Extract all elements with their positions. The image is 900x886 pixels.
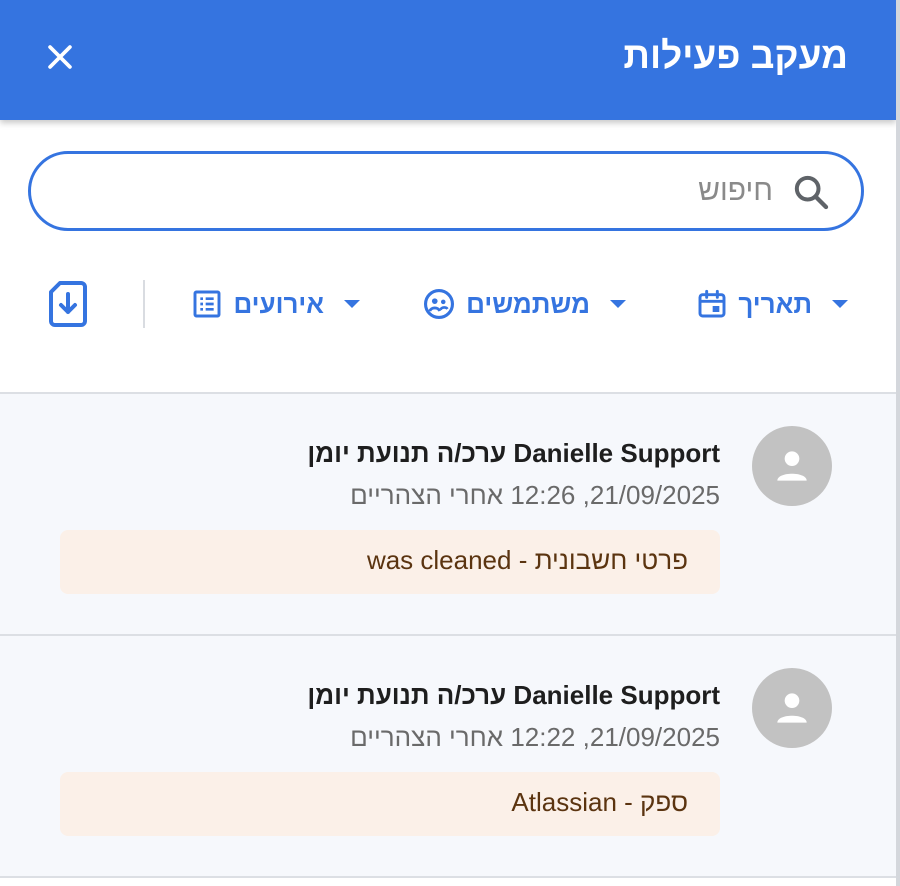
activity-list: Danielle Support ערכ/ה תנועת יומן 21/09/… bbox=[0, 392, 896, 878]
users-icon bbox=[424, 288, 455, 320]
events-filter[interactable]: אירועים bbox=[191, 280, 370, 328]
filter-bar: תאריך משתמשים אירועים bbox=[0, 270, 896, 340]
list-icon bbox=[194, 290, 221, 318]
search-box bbox=[28, 151, 864, 231]
list-item[interactable]: Danielle Support ערכ/ה תנועת יומן 21/09/… bbox=[0, 394, 896, 636]
search-input[interactable] bbox=[173, 168, 773, 214]
file-download-icon bbox=[49, 281, 87, 327]
change-detail-text: ספק - Atlassian bbox=[511, 787, 688, 817]
change-detail: ספק - Atlassian bbox=[60, 772, 720, 836]
panel-title: מעקב פעילות bbox=[623, 35, 848, 76]
users-filter[interactable]: משתמשים bbox=[422, 280, 636, 328]
activity-timestamp: 21/09/2025, 12:22 אחרי הצהריים bbox=[350, 722, 720, 752]
avatar bbox=[752, 426, 832, 506]
calendar-icon bbox=[698, 289, 726, 318]
chevron-down-icon bbox=[832, 300, 848, 308]
date-filter[interactable]: תאריך bbox=[696, 280, 858, 328]
change-detail-text: פרטי חשבונית - was cleaned bbox=[366, 545, 688, 575]
avatar bbox=[752, 668, 832, 748]
chevron-down-icon bbox=[344, 300, 360, 308]
events-filter-label: אירועים bbox=[233, 288, 324, 319]
close-icon bbox=[48, 45, 72, 69]
person-icon bbox=[777, 451, 807, 481]
date-filter-label: תאריך bbox=[738, 288, 812, 319]
list-item[interactable]: Danielle Support ערכ/ה תנועת יומן 21/09/… bbox=[0, 636, 896, 878]
activity-title: Danielle Support ערכ/ה תנועת יומן bbox=[307, 680, 720, 710]
change-detail: פרטי חשבונית - was cleaned bbox=[60, 530, 720, 594]
activity-timestamp: 21/09/2025, 12:26 אחרי הצהריים bbox=[350, 480, 720, 510]
panel-header: מעקב פעילות bbox=[0, 0, 896, 120]
activity-log-panel: מעקב פעילות תאריך bbox=[0, 0, 896, 886]
close-button[interactable] bbox=[36, 33, 84, 81]
activity-title: Danielle Support ערכ/ה תנועת יומן bbox=[307, 438, 720, 468]
filter-divider bbox=[143, 280, 145, 328]
background-edge bbox=[896, 0, 900, 886]
person-icon bbox=[777, 693, 807, 723]
users-filter-label: משתמשים bbox=[466, 288, 590, 319]
chevron-down-icon bbox=[610, 300, 626, 308]
export-button[interactable] bbox=[48, 280, 88, 328]
search-icon[interactable] bbox=[791, 172, 831, 212]
